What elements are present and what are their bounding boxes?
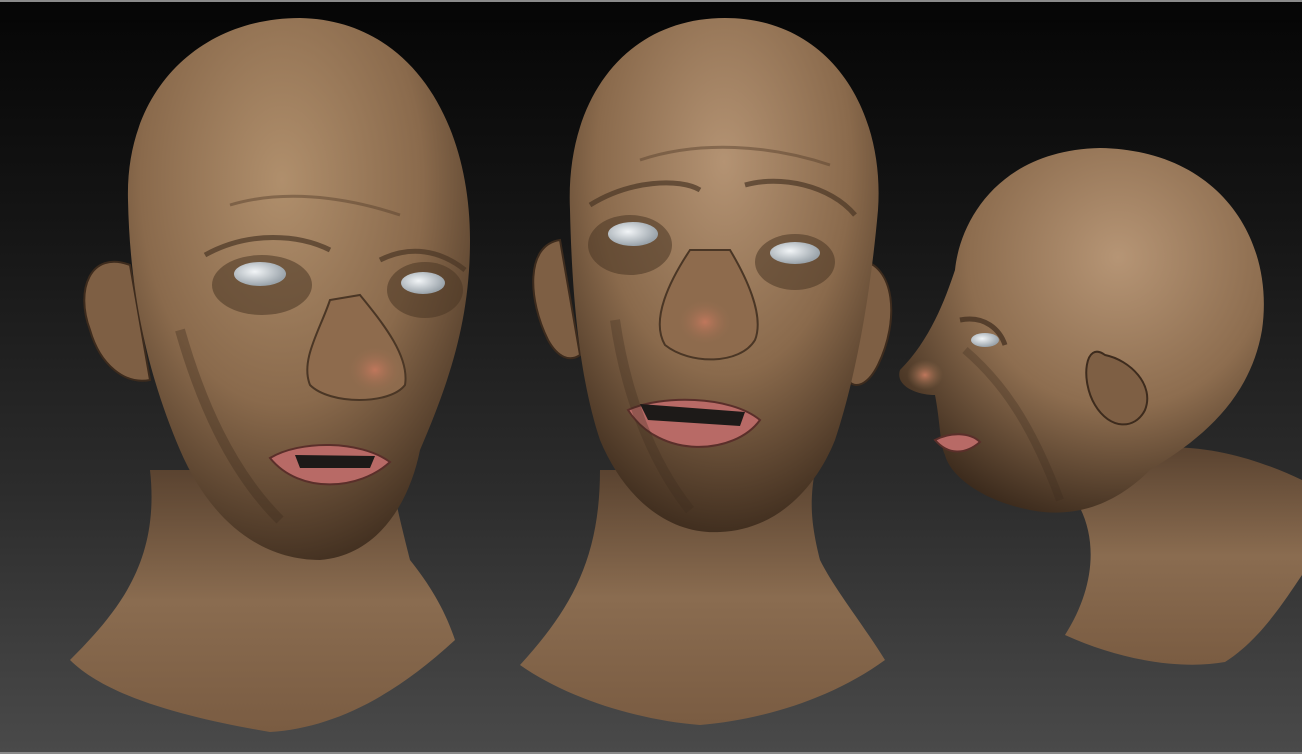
nose xyxy=(907,360,943,390)
head-view-side-profile xyxy=(899,148,1302,665)
eye xyxy=(971,333,999,347)
head-view-front xyxy=(520,18,893,725)
nose xyxy=(345,344,405,396)
eye-right xyxy=(401,272,445,294)
eye-right xyxy=(770,242,820,264)
sculpt-render xyxy=(70,18,1302,732)
head-view-front-left xyxy=(70,18,470,732)
eye-left xyxy=(608,222,658,246)
document-canvas[interactable] xyxy=(0,0,1302,754)
nose xyxy=(675,297,735,347)
eye-left xyxy=(234,262,286,286)
